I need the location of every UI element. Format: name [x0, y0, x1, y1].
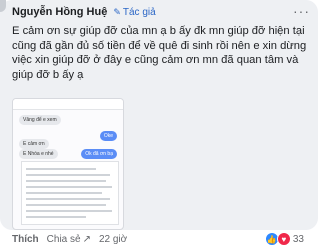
- share-icon: ↗: [82, 234, 91, 245]
- pen-icon: ✎: [113, 6, 121, 17]
- document-photo: [21, 161, 119, 225]
- love-reaction-icon: ♥: [276, 232, 291, 246]
- comment-card: Nguyễn Hồng Huệ ✎ Tác giả ··· E cảm ơn s…: [0, 0, 318, 230]
- comment-header: Nguyễn Hồng Huệ ✎ Tác giả: [12, 6, 156, 18]
- chat-bubble: E cảm ơn: [19, 139, 49, 149]
- comment-actions: Thích Chia sẻ ↗ 22 giờ: [12, 234, 127, 245]
- share-label: Chia sẻ: [46, 234, 81, 245]
- chat-bubble: Ok đã ơn bạ: [81, 149, 117, 159]
- comment-text: E cảm ơn sự giúp đỡ của mn ạ b ấy đk mn …: [12, 25, 307, 81]
- timestamp: 22 giờ: [98, 234, 128, 245]
- reaction-count: 33: [292, 233, 304, 245]
- screenshot-topbar: [13, 99, 123, 110]
- like-button[interactable]: Thích: [12, 234, 39, 245]
- chat-bubble: E Nhóa e nhé: [19, 149, 58, 159]
- author-name[interactable]: Nguyễn Hồng Huệ: [12, 6, 107, 18]
- chat-bubble: Vâng để e xem: [19, 115, 61, 125]
- reaction-summary[interactable]: 👍 ♥ 33: [264, 232, 304, 246]
- more-options-icon[interactable]: ···: [293, 3, 310, 19]
- chat-bubble: Oke: [99, 131, 117, 141]
- share-button[interactable]: Chia sẻ ↗: [47, 234, 91, 245]
- attached-screenshot[interactable]: Vâng để e xem Oke E cảm ơn E Nhóa e nhé …: [12, 98, 124, 230]
- avatar[interactable]: [0, 0, 6, 12]
- author-role-label: Tác giả: [122, 6, 156, 18]
- author-role-badge: ✎ Tác giả: [113, 7, 155, 18]
